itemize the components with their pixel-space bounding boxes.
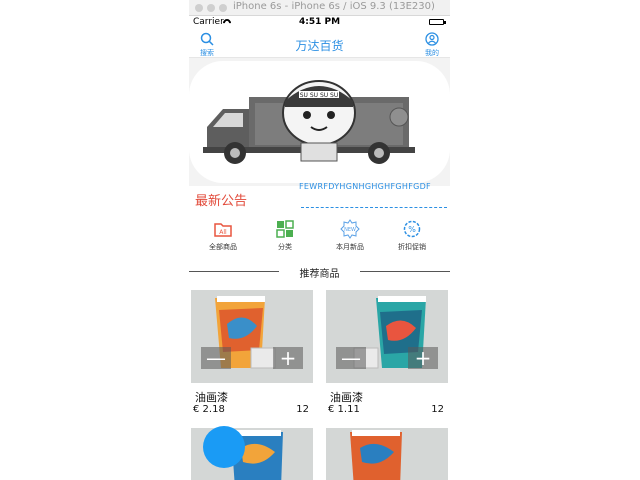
product-name: 油画漆 [330,391,363,404]
minimize-window-button[interactable] [207,4,215,12]
folder-all-icon: All [213,219,233,239]
discount-gear-icon: % [402,219,422,239]
profile-button[interactable]: 我的 [420,32,444,58]
close-window-button[interactable] [195,4,203,12]
product-price: € 1.11 [328,404,360,415]
simulator-window: iPhone 6s - iPhone 6s / iOS 9.3 (13E230)… [189,0,450,480]
category-label: 全部商品 [209,243,237,251]
banner-carousel[interactable]: SU SU SU SU 0 [189,58,450,186]
svg-text:NEW: NEW [344,227,356,233]
user-icon [425,32,439,46]
notice-title: 最新公告 [195,194,248,209]
delivery-truck-image: SU SU SU SU [203,80,415,164]
product-card[interactable]: — + 油画漆 € 2.18 12 [191,290,313,420]
zoom-window-button[interactable] [219,4,227,12]
category-discount-promo[interactable]: % 折扣促销 [382,216,442,252]
category-label: 折扣促销 [398,243,426,251]
product-price: € 2.18 [193,404,225,415]
product-card[interactable]: — + 油画漆 € 1.11 12 [326,290,448,420]
category-label: 本月新品 [336,243,364,251]
simulator-title: iPhone 6s - iPhone 6s / iOS 9.3 (13E230) [233,1,435,12]
page-title: 万达百货 [295,39,344,53]
recommended-section-header: 推荐商品 [189,263,450,280]
product-image[interactable]: — + [191,290,313,383]
svg-text:All: All [219,229,227,236]
notice-marquee-divider [301,207,447,208]
banner-slide[interactable]: SU SU SU SU [189,61,450,183]
status-time: 4:51 PM [298,17,341,27]
category-shortcuts: All 全部商品 分类 NEW 本月新品 % 折扣促销 [189,216,450,256]
svg-text:%: % [408,225,416,234]
product-image[interactable]: — + [326,290,448,383]
increase-quantity-button[interactable]: + [408,347,438,369]
increase-quantity-button[interactable]: + [273,347,303,369]
category-all-products[interactable]: All 全部商品 [193,216,253,252]
simulator-title-bar: iPhone 6s - iPhone 6s / iOS 9.3 (13E230) [189,0,450,16]
section-divider-right [360,271,450,272]
status-bar: Carrier 4:51 PM [189,16,450,29]
product-name: 油画漆 [195,391,228,404]
category-classification[interactable]: 分类 [255,216,315,252]
section-title: 推荐商品 [299,269,340,280]
grid-icon [275,219,295,239]
battery-icon [429,19,446,25]
product-image[interactable] [326,428,448,480]
floating-action-button[interactable] [203,426,245,468]
profile-label: 我的 [425,49,439,57]
new-badge-icon: NEW [340,219,360,239]
decrease-quantity-button[interactable]: — [336,347,366,369]
product-count: 12 [431,404,444,415]
category-new-this-month[interactable]: NEW 本月新品 [320,216,380,252]
decrease-quantity-button[interactable]: — [201,347,231,369]
product-card[interactable] [326,428,448,480]
truck-hat-text: SU SU SU SU [300,92,339,99]
notice-marquee[interactable]: FEWRFDYHGNHGHGHFGHFGDF [299,182,431,191]
category-label: 分类 [278,243,292,251]
navigation-bar: 搜索 万达百货 我的 [189,29,450,58]
product-count: 12 [296,404,309,415]
